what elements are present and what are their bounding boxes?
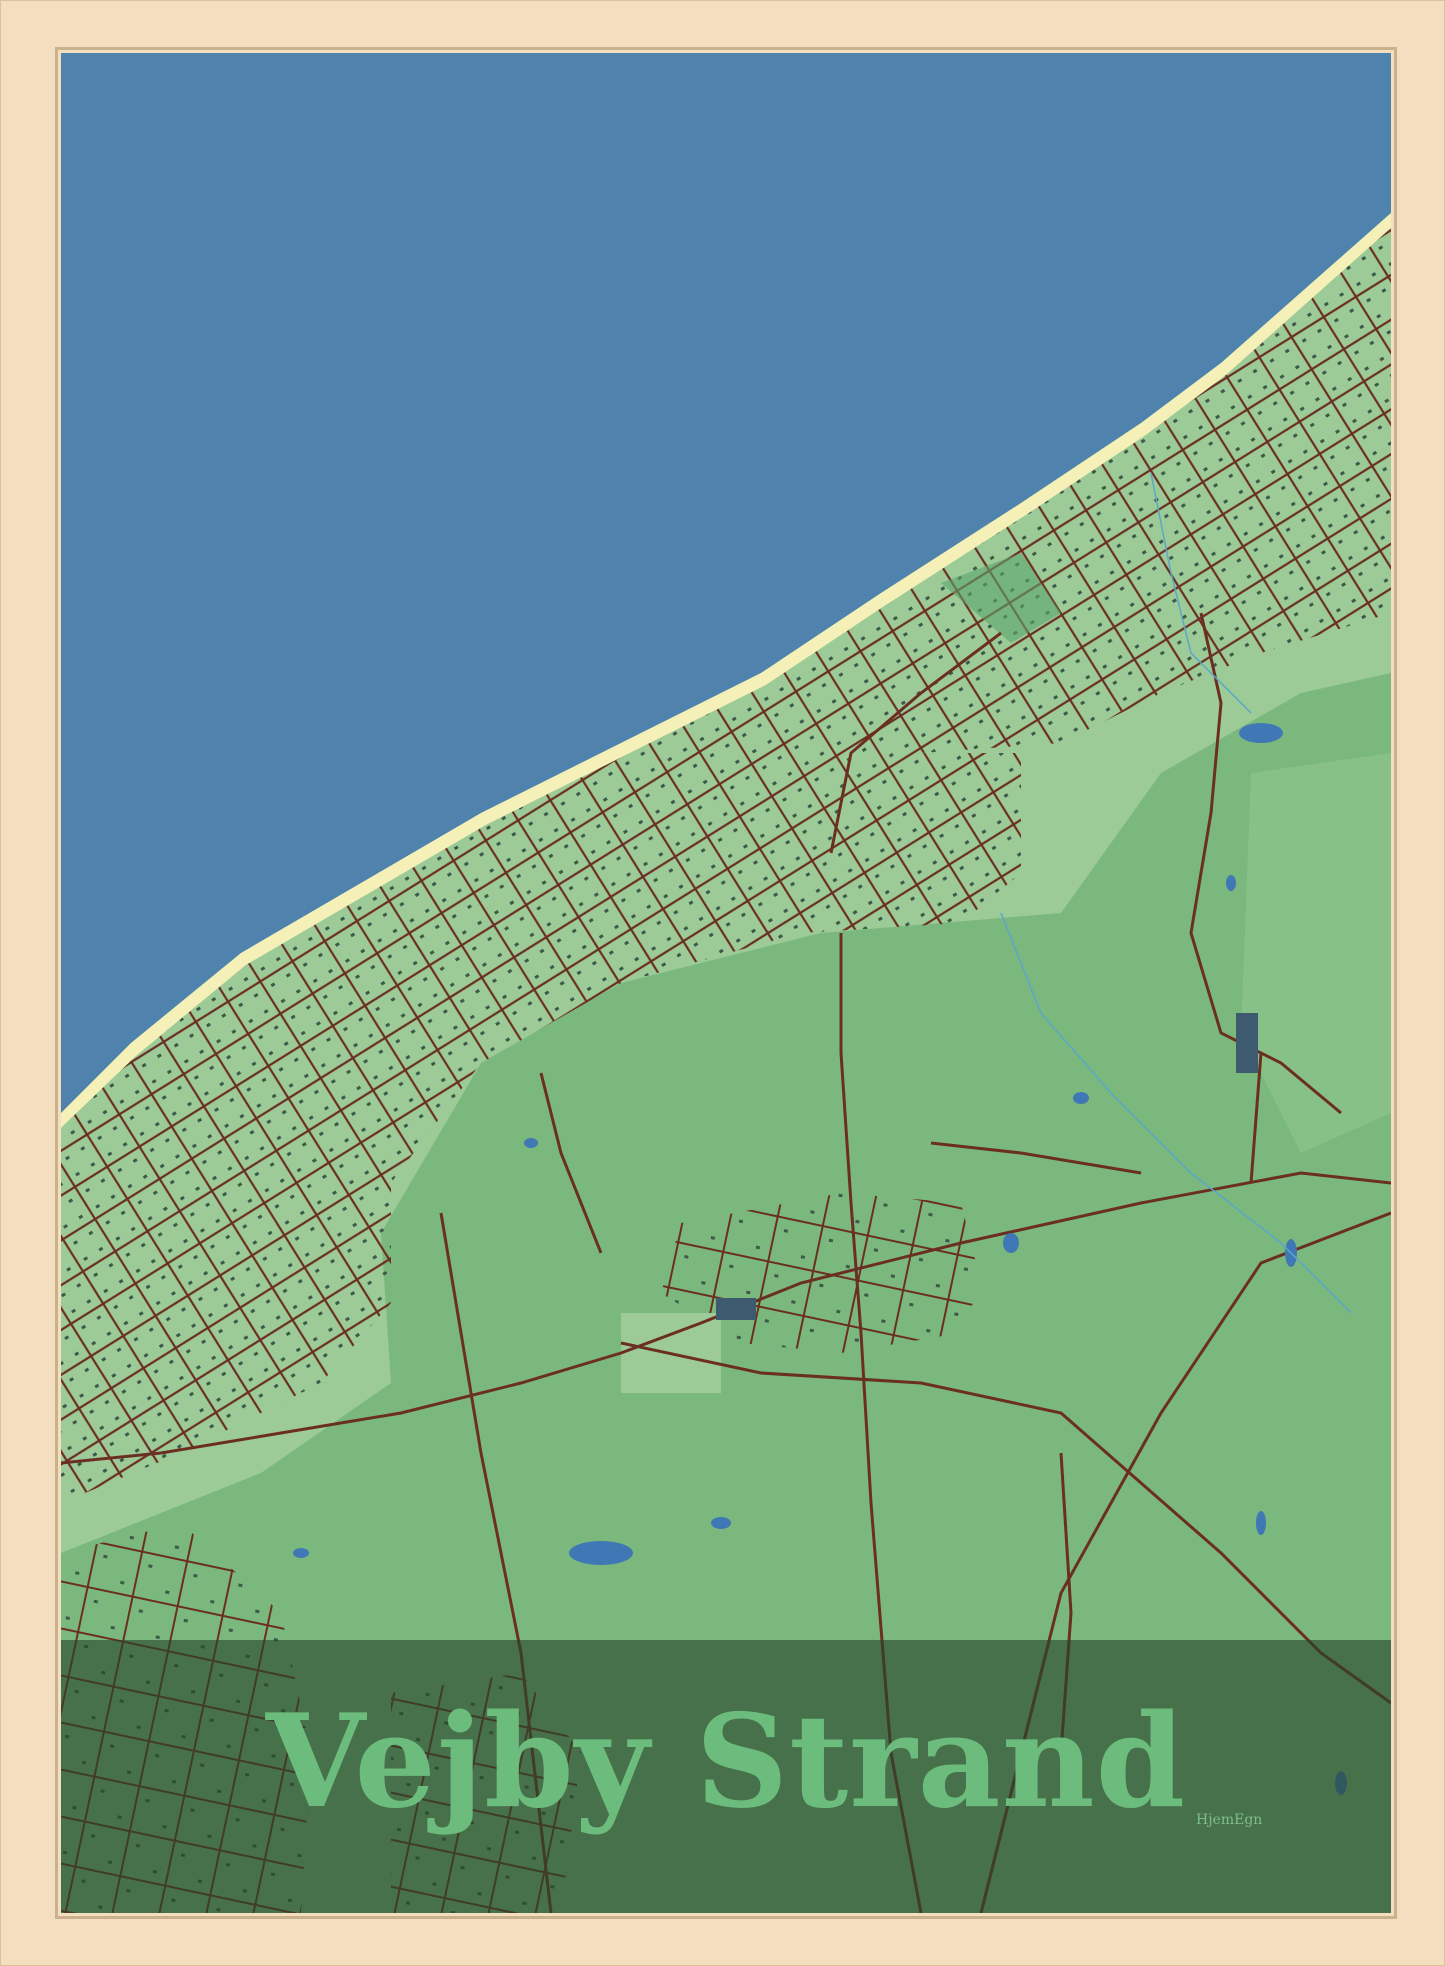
poster-title: Vejby Strand (265, 1687, 1187, 1837)
map (61, 53, 1391, 1913)
pond (716, 1298, 756, 1320)
reservoir (1236, 1013, 1258, 1073)
brand-logo: HjemEgn (1196, 1812, 1263, 1828)
